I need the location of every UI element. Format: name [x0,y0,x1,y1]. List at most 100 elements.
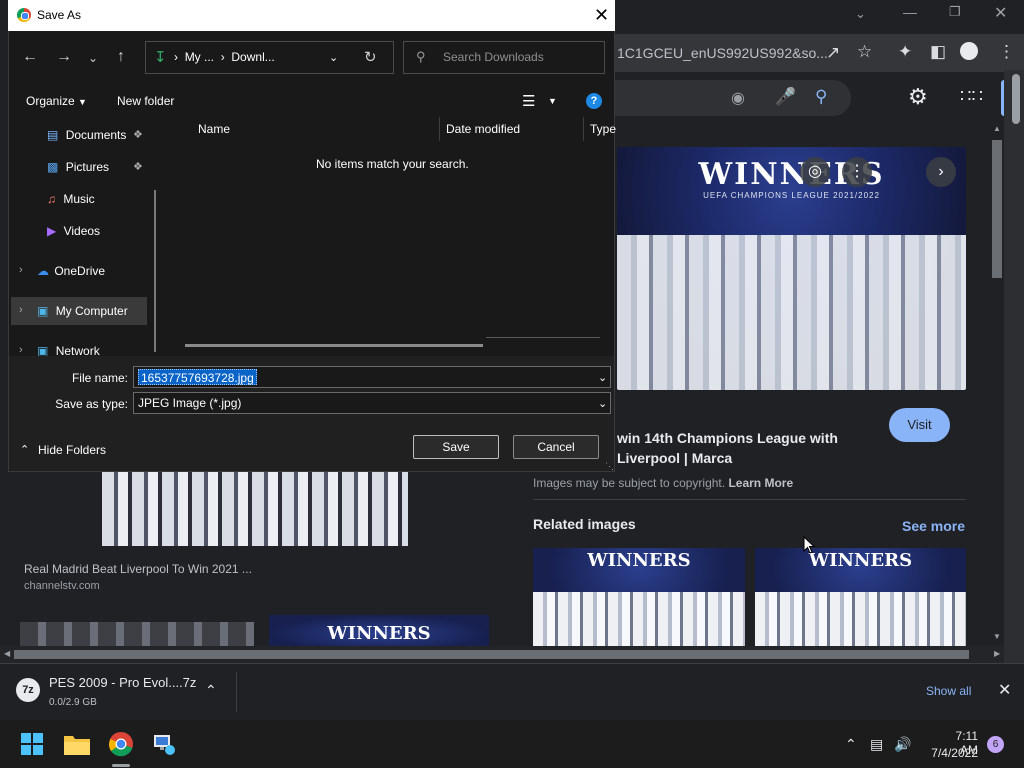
nav-item-my-computer[interactable]: ▣ My Computer [37,304,128,318]
volume-icon[interactable]: 🔊 [894,736,911,753]
learn-more-link[interactable]: Learn More [728,476,793,490]
show-all-button[interactable]: Show all [926,684,971,698]
hide-folders-button[interactable]: Hide Folders [38,443,106,457]
camera-search-icon[interactable]: ◉ [731,88,745,108]
share-icon[interactable]: ↗ [826,43,840,63]
scroll-down-arrow-icon[interactable]: ▼ [993,632,1001,641]
nav-item-music[interactable]: ♫ Music [47,192,95,206]
settings-gear-icon[interactable]: ⚙ [908,84,928,110]
scroll-left-arrow-icon[interactable]: ◀ [4,649,10,658]
windows-start-icon[interactable] [21,733,43,755]
chevron-up-icon[interactable]: ⌃ [205,682,217,699]
expand-chevron-icon[interactable]: › [19,344,23,356]
restore-icon[interactable]: ❐ [949,4,961,20]
cancel-button[interactable]: Cancel [513,435,599,459]
pin-icon[interactable]: ❖ [133,128,143,141]
visit-button[interactable]: Visit [889,408,950,442]
result-title[interactable]: win 14th Champions League with Liverpool… [617,428,877,468]
voice-search-icon[interactable]: 🎤 [775,87,796,107]
nav-item-label: Music [63,192,95,206]
see-more-link[interactable]: See more [902,518,965,534]
chevron-down-icon[interactable]: ⌄ [598,397,607,410]
nav-item-pictures[interactable]: ▩ Pictures [47,160,109,174]
file-list-scrollbar[interactable] [185,344,483,347]
control-panel-icon[interactable] [152,732,176,756]
column-header-name[interactable]: Name [198,122,230,136]
result-caption[interactable]: Real Madrid Beat Liverpool To Win 2021 .… [24,562,252,576]
nav-item-onedrive[interactable]: ☁ OneDrive [37,264,105,278]
expand-chevron-icon[interactable]: › [19,304,23,316]
clock-date[interactable]: 7/4/2022 [920,746,978,760]
profile-avatar[interactable] [960,42,978,60]
breadcrumb-item[interactable]: Downl... [231,50,274,64]
close-icon[interactable]: ✕ [994,3,1007,23]
thumbnail-title: WINNERS [808,550,913,571]
nav-item-label: Documents [65,128,127,142]
page-scrollbar-thumb[interactable] [992,140,1002,278]
result-image[interactable] [102,472,408,546]
chevron-down-icon[interactable]: ⌄ [329,51,338,64]
result-source: channelstv.com [24,580,100,592]
forward-arrow-icon[interactable]: → [56,48,72,66]
column-header-type[interactable]: Type [590,122,616,136]
side-scrollbar[interactable] [1004,70,1024,663]
address-bar-url[interactable]: 1C1GCEU_enUS992US992&so... [617,45,828,61]
save-button[interactable]: Save [413,435,499,459]
chevron-up-icon[interactable]: ⌃ [20,443,29,456]
related-thumbnail[interactable]: WINNERS [533,548,745,646]
chevron-down-icon[interactable]: ▼ [548,96,557,106]
more-options-icon[interactable]: ⋮ [842,157,872,187]
nav-pane-scrollbar[interactable] [154,190,156,352]
breadcrumb-item[interactable]: My ... [185,50,214,64]
close-icon[interactable]: ✕ [998,680,1011,700]
download-file-name[interactable]: PES 2009 - Pro Evol....7z [49,675,196,690]
file-explorer-icon[interactable] [64,733,90,755]
scroll-right-arrow-icon[interactable]: ▶ [994,649,1000,658]
result-image[interactable]: WINNERS [269,615,489,646]
next-image-icon[interactable]: › [926,157,956,187]
scroll-up-arrow-icon[interactable]: ▲ [993,124,1001,133]
horizontal-scrollbar-thumb[interactable] [14,650,969,659]
minimize-icon[interactable]: — [903,4,917,20]
documents-icon: ▤ [47,128,59,142]
network-status-icon[interactable]: ▤ [870,736,883,753]
resize-grip-icon[interactable]: ⋱ [605,461,614,472]
menu-kebab-icon[interactable]: ⋮ [998,42,1015,62]
column-divider[interactable] [439,117,440,141]
search-icon[interactable]: ⚲ [815,87,827,107]
view-options-icon[interactable]: ☰ [522,92,535,110]
computer-icon: ▣ [37,304,49,318]
dialog-title-bar[interactable] [8,0,615,31]
pin-icon[interactable]: ❖ [133,160,143,173]
side-panel-icon[interactable]: ◧ [930,42,946,62]
chrome-icon[interactable] [108,731,134,757]
bookmark-star-icon[interactable]: ☆ [857,42,872,62]
result-image[interactable] [20,622,254,646]
chevron-down-icon[interactable]: ⌄ [855,6,866,22]
chevron-up-icon[interactable]: ⌃ [845,736,857,753]
extensions-icon[interactable]: ✦ [898,42,912,62]
refresh-icon[interactable]: ↻ [364,48,377,66]
apps-grid-icon[interactable]: ∷∷ [960,86,983,107]
nav-item-documents[interactable]: ▤ Documents [47,128,126,142]
column-divider[interactable] [583,117,584,141]
column-header-date-modified[interactable]: Date modified [446,122,520,136]
new-folder-button[interactable]: New folder [117,94,174,108]
related-thumbnail[interactable]: WINNERS [755,548,966,646]
preview-image[interactable]: WINNERS UEFA CHAMPIONS LEAGUE 2021/2022 … [617,147,966,390]
close-icon[interactable]: ✕ [594,5,609,26]
recent-locations-chevron-icon[interactable]: ⌄ [88,51,98,65]
file-list-scrollbar-track [486,337,600,338]
expand-chevron-icon[interactable]: › [19,264,23,276]
lens-icon[interactable]: ◎ [800,157,830,187]
help-icon[interactable]: ? [586,93,602,109]
up-folder-arrow-icon[interactable]: ↑ [117,48,125,66]
back-arrow-icon[interactable]: ← [22,48,38,66]
side-scrollbar-thumb[interactable] [1012,74,1020,124]
notification-badge[interactable]: 6 [987,736,1004,753]
file-name-value[interactable]: 16537757693728.jpg [138,369,257,385]
nav-item-videos[interactable]: ▶ Videos [47,224,100,238]
chevron-down-icon[interactable]: ⌄ [598,371,607,384]
download-bar [0,663,1024,720]
organize-button[interactable]: Organize ▼ [26,94,87,108]
